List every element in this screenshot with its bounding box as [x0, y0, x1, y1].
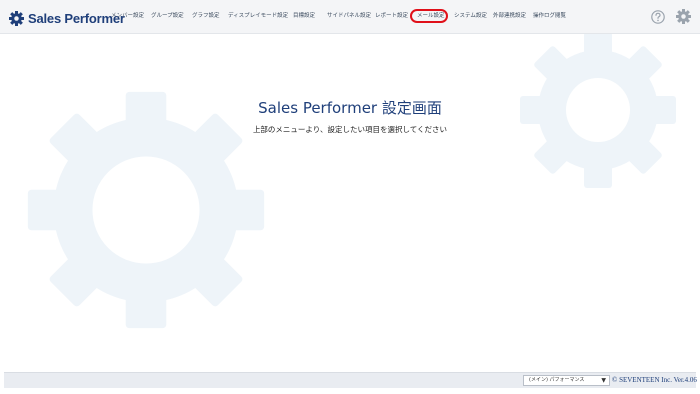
chevron-down-icon: ▼ — [601, 377, 606, 384]
nav-graph-settings[interactable]: グラフ設定 — [192, 12, 220, 21]
footer-bar: (メイン) パフォーマンス ▼ © SEVENTEEN Inc. Ver.4.0… — [4, 372, 697, 388]
settings-page: Sales Performer メンバー設定 グループ設定 グラフ設定 ディスプ… — [0, 0, 700, 394]
nav-report-settings[interactable]: レポート設定 — [375, 12, 408, 21]
nav-target-settings[interactable]: 目標設定 — [293, 12, 315, 21]
page-instruction: 上部のメニューより、設定したい項目を選択してください — [252, 125, 448, 134]
gear-icon[interactable] — [676, 9, 691, 24]
copyright-version: © SEVENTEEN Inc. Ver.4.06 — [612, 376, 697, 384]
nav-external-integration-settings[interactable]: 外部連携設定 — [493, 12, 526, 21]
nav-display-mode-settings[interactable]: ディスプレイモード設定 — [228, 12, 288, 21]
help-icon[interactable] — [651, 10, 665, 24]
nav-operation-log[interactable]: 操作ログ閲覧 — [533, 12, 566, 21]
page-title: Sales Performer 設定画面 — [258, 99, 442, 117]
gear-logo-icon — [9, 10, 24, 26]
background-gear-large-icon — [27, 91, 265, 329]
nav-group-settings[interactable]: グループ設定 — [151, 12, 184, 21]
top-navigation-bar: Sales Performer メンバー設定 グループ設定 グラフ設定 ディスプ… — [0, 0, 700, 34]
nav-member-settings[interactable]: メンバー設定 — [111, 12, 144, 21]
nav-system-settings[interactable]: システム設定 — [454, 12, 487, 21]
display-mode-select[interactable]: (メイン) パフォーマンス ▼ — [523, 375, 610, 386]
nav-mail-settings[interactable]: メール設定 — [417, 12, 445, 21]
app-logo[interactable]: Sales Performer — [9, 10, 125, 26]
display-mode-select-value: (メイン) パフォーマンス — [529, 377, 585, 383]
nav-side-panel-settings[interactable]: サイドパネル設定 — [327, 12, 371, 21]
